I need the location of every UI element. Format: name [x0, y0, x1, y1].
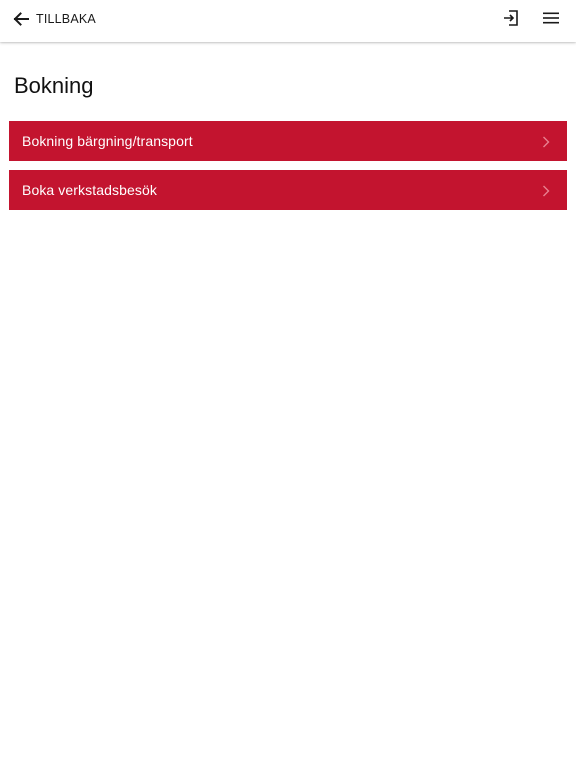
- login-icon: [501, 8, 521, 31]
- booking-list: Bokning bärgning/transport Boka verkstad…: [9, 121, 567, 219]
- list-item-label: Bokning bärgning/transport: [22, 133, 193, 149]
- login-button[interactable]: [498, 7, 524, 31]
- back-button[interactable]: TILLBAKA: [12, 7, 96, 31]
- list-item-workshop-visit[interactable]: Boka verkstadsbesök: [9, 170, 567, 210]
- list-item-label: Boka verkstadsbesök: [22, 182, 157, 198]
- menu-button[interactable]: [538, 7, 564, 31]
- back-button-label: TILLBAKA: [36, 12, 96, 26]
- hamburger-menu-icon: [542, 11, 560, 28]
- page-title: Bokning: [14, 73, 94, 98]
- chevron-right-icon: [542, 184, 550, 197]
- list-item-towing-transport[interactable]: Bokning bärgning/transport: [9, 121, 567, 161]
- arrow-left-icon: [12, 10, 30, 28]
- chevron-right-icon: [542, 135, 550, 148]
- app-window: TILLBAKA Bokning Bokning bärgning/transp…: [0, 0, 576, 768]
- top-app-bar: TILLBAKA: [0, 0, 576, 42]
